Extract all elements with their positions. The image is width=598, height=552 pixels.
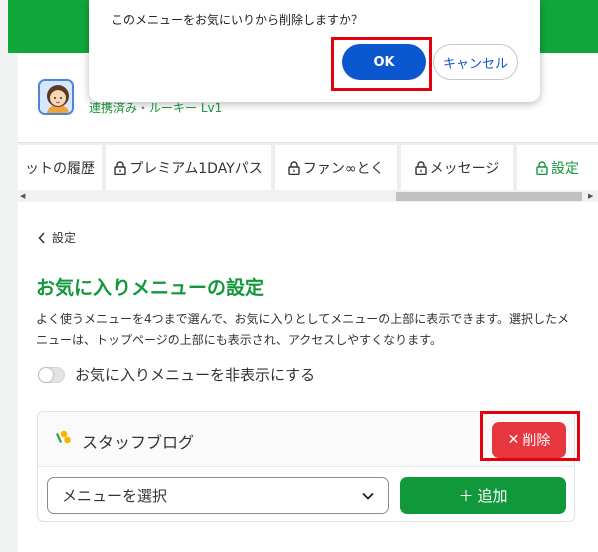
confirm-dialog: このメニューをお気にいりから削除しますか？ OK キャンセル (89, 0, 540, 102)
settings-description: よく使うメニューを4つまで選んで、お気に入りとしてメニューの上部に表示できます。… (36, 312, 569, 347)
lock-icon (414, 161, 427, 175)
scroll-right-arrow-icon[interactable]: ▶ (588, 192, 593, 201)
toggle-knob (39, 367, 53, 382)
hide-favorites-toggle[interactable] (38, 366, 65, 383)
tab-label: ットの履歴 (25, 161, 95, 177)
tab-premium-pass[interactable]: プレミアム1DAYパス (106, 145, 271, 191)
tab-history[interactable]: ットの履歴 (18, 145, 102, 191)
link-status: 連携済み (89, 101, 138, 115)
menu-select[interactable]: メニューを選択 (47, 477, 389, 514)
lock-icon (536, 161, 548, 175)
toggle-label: お気に入りメニューを非表示にする (75, 366, 316, 384)
delete-highlight-box (480, 411, 580, 461)
avatar-icon (40, 81, 72, 113)
status-separator: ・ (137, 101, 150, 115)
add-label: 追加 (477, 487, 508, 505)
scrollbar-thumb[interactable] (396, 192, 582, 201)
page-title: お気に入りメニューの設定 (36, 277, 265, 299)
page-content: 連携済み・ルーキー Lv1 ットの履歴 プレミアム1DAYパス ファン∞とく メ… (18, 53, 598, 552)
tab-messages[interactable]: メッセージ (401, 145, 513, 191)
tab-label: プレミアム1DAYパス (129, 161, 263, 177)
tab-settings[interactable]: 設定 (517, 145, 598, 191)
plus-icon: ＋ (458, 487, 474, 505)
breadcrumb-label: 設定 (52, 231, 77, 245)
scroll-left-arrow-icon[interactable]: ◀ (20, 192, 25, 201)
favorite-item-label: スタッフブログ (82, 433, 195, 452)
menu-select-value: メニューを選択 (62, 487, 168, 505)
member-rank: ルーキー Lv1 (149, 101, 223, 115)
avatar[interactable] (38, 79, 74, 115)
ok-highlight-box (331, 37, 432, 91)
tabs-scrollbar[interactable]: ◀ ▶ (18, 190, 598, 202)
dialog-message: このメニューをお気にいりから削除しますか？ (111, 13, 364, 27)
lock-icon (288, 161, 300, 175)
lock-icon (114, 161, 126, 175)
chevron-left-icon (38, 231, 45, 244)
add-button[interactable]: ＋ 追加 (400, 477, 566, 514)
chevron-down-icon (362, 492, 374, 500)
tab-label: ファン∞とく (302, 161, 385, 177)
hide-favorites-toggle-row[interactable]: お気に入りメニューを非表示にする (38, 364, 315, 385)
staff-blog-icon (56, 430, 71, 444)
cancel-button[interactable]: キャンセル (433, 44, 518, 80)
breadcrumb[interactable]: 設定 (38, 229, 76, 246)
tab-label: メッセージ (429, 161, 500, 177)
tab-bar: ットの履歴 プレミアム1DAYパス ファン∞とく メッセージ 設定 (18, 142, 598, 191)
tab-label: 設定 (551, 161, 579, 177)
tab-fan-toku[interactable]: ファン∞とく (275, 145, 397, 191)
